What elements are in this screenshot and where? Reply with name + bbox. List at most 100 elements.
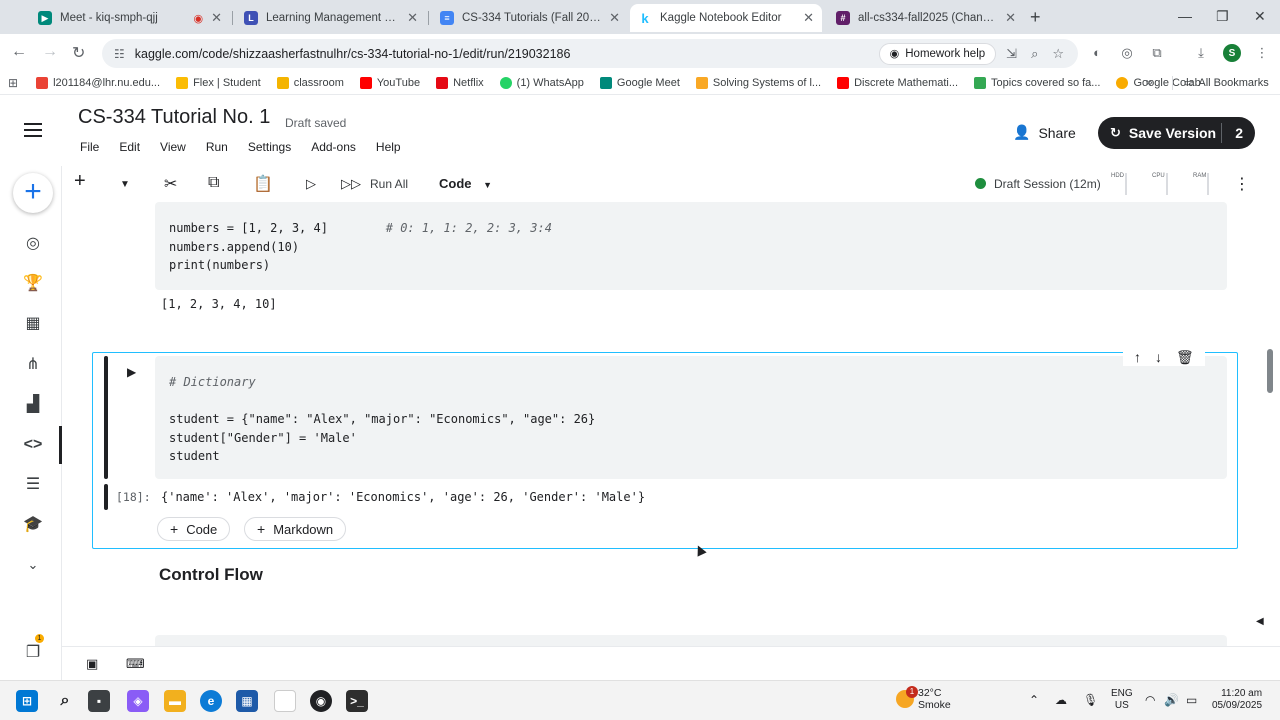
copilot-icon[interactable]: ◈ [127, 690, 149, 712]
code-icon[interactable]: <> [22, 434, 44, 456]
profile-avatar[interactable]: S [1223, 44, 1241, 62]
move-up-icon[interactable]: ↑ [1134, 349, 1141, 366]
url-text[interactable]: kaggle.com/code/shizzaasherfastnulhr/cs-… [135, 47, 879, 61]
run-all-icon[interactable]: ▷▷ [341, 176, 361, 192]
reload-button[interactable]: ↻ [72, 43, 85, 63]
tab-lms[interactable]: L Learning Management System ✕ [236, 4, 426, 32]
create-button[interactable]: + [13, 173, 53, 213]
battery-icon[interactable]: ▭ [1186, 693, 1197, 707]
collapse-panel-icon[interactable]: ◀ [1256, 616, 1264, 627]
paste-icon[interactable]: 📋 [253, 174, 273, 194]
extensions-puzzle-icon[interactable]: ⧉ [1149, 45, 1165, 61]
run-cell-icon[interactable]: ▷ [306, 176, 316, 192]
bookmark-item[interactable]: classroom [276, 77, 344, 89]
close-icon[interactable]: ✕ [407, 10, 418, 26]
new-tab-button[interactable]: + [1030, 7, 1041, 28]
close-icon[interactable]: ✕ [803, 10, 814, 26]
menu-add-ons[interactable]: Add-ons [311, 140, 356, 154]
code-cell[interactable] [155, 635, 1227, 646]
hamburger-menu-icon[interactable] [24, 123, 42, 141]
code-editor[interactable]: numbers = [1, 2, 3, 4] # 0: 1, 1: 2, 2: … [169, 219, 552, 275]
models-icon[interactable]: ⋔ [22, 354, 44, 376]
tab-slack[interactable]: # all-cs334-fall2025 (Channel) - Slack ✕ [828, 4, 1024, 32]
bookmark-item[interactable]: Topics covered so fa... [974, 77, 1100, 89]
copy-icon[interactable]: ⧉ [208, 174, 219, 192]
microphone-icon[interactable]: 🎙 [1083, 693, 1098, 707]
apps-grid-icon[interactable]: ⊞ [8, 76, 18, 90]
menu-file[interactable]: File [80, 140, 99, 154]
run-cell-button[interactable]: ▶ [127, 365, 136, 379]
forward-button[interactable]: → [42, 43, 58, 61]
bookmark-item[interactable]: Solving Systems of l... [695, 77, 821, 89]
bookmark-item[interactable]: Flex | Student [176, 77, 261, 89]
save-version-button[interactable]: ↻ Save Version 2 [1098, 117, 1255, 149]
delete-icon[interactable]: 🗑 [1176, 349, 1194, 366]
discussion-icon[interactable]: ☰ [22, 474, 44, 496]
edge-icon[interactable]: e [200, 690, 222, 712]
chrome-icon[interactable]: ◉ [310, 690, 332, 712]
table-icon[interactable]: ▦ [22, 313, 44, 335]
all-bookmarks-button[interactable]: ▭ All Bookmarks [1184, 76, 1269, 89]
install-app-icon[interactable]: ⇲ [1006, 46, 1017, 62]
notepad-icon[interactable] [274, 690, 296, 712]
move-down-icon[interactable]: ↓ [1155, 349, 1162, 366]
bookmark-item[interactable]: l201184@lhr.nu.edu... [36, 77, 160, 89]
notebook-title[interactable]: CS-334 Tutorial No. 1 [78, 106, 270, 129]
store-icon[interactable]: ▦ [236, 690, 258, 712]
start-icon[interactable]: ⊞ [16, 690, 38, 712]
cut-icon[interactable]: ✂ [164, 174, 177, 194]
code-cell[interactable]: numbers = [1, 2, 3, 4] # 0: 1, 1: 2, 2: … [155, 202, 1227, 290]
menu-run[interactable]: Run [206, 140, 228, 154]
menu-view[interactable]: View [160, 140, 186, 154]
download-icon[interactable]: ⤓ [1193, 45, 1209, 61]
keyboard-icon[interactable]: ⌨ [126, 656, 145, 672]
task-view-icon[interactable]: ▪ [88, 690, 110, 712]
code-cell[interactable]: # Dictionary student = {"name": "Alex", … [155, 356, 1227, 479]
selected-cell[interactable]: ▶ # Dictionary student = {"name": "Alex"… [92, 349, 1238, 549]
wifi-icon[interactable]: ◠ [1145, 693, 1155, 707]
markdown-heading[interactable]: Control Flow [159, 565, 263, 585]
chevron-up-icon[interactable]: ⌃ [1029, 693, 1039, 707]
chevron-down-icon[interactable]: ▼ [120, 179, 130, 190]
terminal-icon[interactable]: >_ [346, 690, 368, 712]
bookmark-item[interactable]: (1) WhatsApp [499, 77, 584, 89]
close-icon[interactable]: ✕ [1005, 10, 1016, 26]
address-bar[interactable]: ☷ kaggle.com/code/shizzaasherfastnulhr/c… [102, 39, 1078, 68]
zoom-icon[interactable]: ⌕ [1031, 46, 1038, 62]
file-explorer-icon[interactable]: ▬ [164, 690, 186, 712]
menu-edit[interactable]: Edit [119, 140, 140, 154]
close-icon[interactable]: ✕ [609, 10, 620, 26]
search-icon[interactable]: ⌕ [54, 690, 76, 712]
chevron-down-icon[interactable]: ⌄ [22, 554, 44, 576]
bookmark-item[interactable]: Netflix [436, 77, 484, 89]
tab-kaggle[interactable]: k Kaggle Notebook Editor ✕ [630, 4, 822, 32]
more-bookmarks-icon[interactable]: » [1146, 75, 1153, 89]
session-status[interactable]: Draft Session (12m) [994, 177, 1101, 191]
more-options-icon[interactable]: ⋮ [1234, 174, 1250, 194]
tab-meet[interactable]: ▶ Meet - kiq-smph-qjj ◉ ✕ [30, 4, 230, 32]
homework-help-button[interactable]: ◉ Homework help [878, 42, 997, 65]
site-info-icon[interactable]: ☷ [114, 47, 125, 61]
share-button[interactable]: 👤 Share [1013, 124, 1076, 141]
menu-help[interactable]: Help [376, 140, 401, 154]
menu-settings[interactable]: Settings [248, 140, 291, 154]
back-button[interactable]: ← [11, 43, 27, 61]
run-all-button[interactable]: Run All [370, 177, 408, 191]
extension-icon[interactable]: ◐ [1089, 45, 1105, 61]
bookmark-item[interactable]: YouTube [359, 77, 420, 89]
learn-icon[interactable]: 🎓 [22, 514, 44, 536]
minimize-button[interactable]: — [1178, 8, 1192, 24]
console-icon[interactable]: ▣ [86, 656, 98, 672]
bookmark-item[interactable]: Google Meet [599, 77, 680, 89]
bookmark-star-icon[interactable]: ☆ [1052, 46, 1064, 62]
bar-chart-icon[interactable]: ▟ [22, 394, 44, 416]
extension-icon[interactable]: ◎ [1119, 45, 1135, 61]
weather-widget[interactable]: 32°C Smoke [896, 687, 951, 711]
scrollbar-thumb[interactable] [1267, 349, 1273, 393]
add-markdown-cell-button[interactable]: + Markdown [244, 517, 347, 541]
browser-menu-icon[interactable]: ⋮ [1254, 45, 1270, 61]
maximize-button[interactable]: ❐ [1216, 8, 1229, 25]
language-indicator[interactable]: ENG US [1111, 688, 1133, 712]
compass-icon[interactable]: ◎ [22, 233, 44, 255]
volume-icon[interactable]: 🔊 [1164, 693, 1179, 707]
